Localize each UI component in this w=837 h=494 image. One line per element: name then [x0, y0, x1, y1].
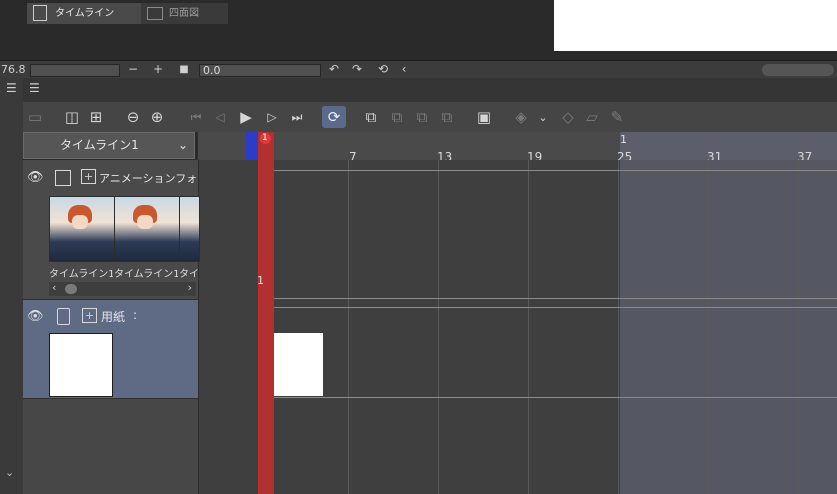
rotation-value: 0.0 — [203, 64, 221, 77]
cel-thumbnail[interactable] — [49, 196, 115, 262]
grid-line — [348, 160, 349, 494]
navigator-bar: 76.8 − + ■ 0.0 ↶ ↷ ⟲ ‹ — [0, 60, 837, 80]
chevron-down-icon: ⌄ — [177, 138, 188, 152]
timeline-name: タイムライン1 — [60, 138, 139, 152]
playhead-label: 1 — [262, 133, 268, 143]
tab-four-view[interactable]: 四面図 — [141, 3, 228, 24]
eye-icon[interactable]: 👁 — [27, 309, 44, 324]
folder-icon — [55, 170, 71, 186]
grid-line — [618, 160, 619, 494]
cel-thumbnail[interactable] — [179, 196, 200, 262]
scrollbar[interactable] — [762, 64, 834, 76]
layer-name: アニメーションフォルダー — [99, 172, 197, 185]
next-frame-icon[interactable]: ▷ — [262, 107, 282, 127]
camera-work-icon[interactable]: ◇ — [558, 107, 578, 127]
end-marker-label: 1 — [620, 133, 627, 146]
reset-rotation-icon[interactable]: ⟲ — [376, 62, 390, 77]
cel-thumbnail[interactable] — [114, 196, 180, 262]
zoom-in-button[interactable]: + — [151, 62, 165, 77]
expand-icon[interactable]: + — [82, 308, 97, 323]
layer-suffix: : — [133, 308, 138, 322]
grid-line — [708, 160, 709, 494]
cel-label: タイムライン1_0 — [49, 269, 113, 280]
zoom-in-icon[interactable]: ⊕ — [147, 107, 167, 127]
expand-icon[interactable]: + — [81, 169, 96, 184]
cel-scrollbar[interactable]: ‹ › — [49, 281, 196, 296]
layer-name: 用紙 — [101, 310, 126, 324]
loop-icon[interactable]: ⟳ — [322, 106, 346, 128]
rotate-left-icon[interactable]: ↶ — [327, 62, 341, 77]
face — [72, 215, 88, 229]
panel-menu[interactable]: ☰ — [23, 78, 47, 102]
layer-row-paper[interactable]: 👁 + 用紙 : — [23, 300, 198, 399]
scroll-thumb[interactable] — [65, 284, 77, 294]
zoom-slider[interactable] — [30, 64, 120, 77]
playhead[interactable] — [258, 132, 274, 494]
new-cel-icon[interactable]: ⧉ — [361, 107, 381, 127]
menu-icon[interactable]: ☰ — [6, 81, 17, 95]
grid-line — [798, 160, 799, 494]
chevron-down-icon[interactable]: ⌄ — [533, 107, 553, 127]
rotation-slider[interactable]: 0.0 — [199, 64, 321, 77]
tab-timeline[interactable]: タイムライン — [27, 3, 147, 24]
chevron-left-icon[interactable]: ‹ — [52, 281, 56, 294]
track-border — [258, 307, 837, 308]
frames-out-of-range — [620, 160, 837, 494]
clear-cel-icon[interactable]: ⧉ — [437, 107, 457, 127]
track-border — [258, 298, 837, 299]
specify-cel-icon[interactable]: ⧉ — [412, 107, 432, 127]
fit-button[interactable]: ■ — [177, 62, 191, 77]
rotate-right-icon[interactable]: ↷ — [350, 62, 364, 77]
layer-row-animation-folder[interactable]: 👁 + アニメーションフォルダー タイムライン1_0 タイムライン1_0 タイ … — [23, 160, 200, 300]
timeline-tab-icon — [33, 5, 47, 21]
left-dock-strip: ☰ ⌄ — [0, 78, 24, 494]
illustration — [180, 197, 199, 261]
prev-frame-icon[interactable]: ◁ — [210, 107, 230, 127]
zoom-out-button[interactable]: − — [126, 62, 140, 77]
grid-line — [438, 160, 439, 494]
timeline-toolbar: ▭ ◫ ⊞ ⊖ ⊕ ⏮ ◁ ▶ ▷ ⏭ ⟳ ⧉ ⧉ ⧉ ⧉ ▣ ◈ ⌄ ◇ ▱ … — [23, 102, 837, 132]
tab-label: タイムライン — [55, 8, 115, 19]
canvas-page — [554, 0, 837, 51]
playback-start-marker[interactable] — [246, 132, 258, 160]
first-frame-icon[interactable]: ⏮ — [186, 107, 206, 127]
edit-timeline-icon[interactable]: ⊞ — [86, 107, 106, 127]
graph-icon[interactable]: ▭ — [25, 107, 45, 127]
onion-skin-icon[interactable]: ▣ — [474, 107, 494, 127]
frame-marker: 1 — [257, 274, 264, 287]
eye-icon[interactable]: 👁 — [27, 170, 44, 185]
track-border — [258, 170, 837, 171]
keyframe-icon[interactable]: ◈ — [511, 107, 531, 127]
paper-icon — [57, 308, 70, 325]
track-border — [258, 397, 837, 398]
last-frame-icon[interactable]: ⏭ — [287, 107, 307, 127]
timeline-select[interactable]: タイムライン1 ⌄ — [23, 132, 195, 159]
cel-label: タイ — [179, 269, 198, 280]
assign-cel-icon[interactable]: ⧉ — [387, 107, 407, 127]
lightbox-icon[interactable]: ▱ — [582, 107, 602, 127]
zoom-out-icon[interactable]: ⊖ — [123, 107, 143, 127]
panel-tab-bar — [23, 78, 837, 102]
chevron-left-icon[interactable]: ‹ — [397, 62, 411, 77]
tab-label: 四面図 — [169, 8, 199, 19]
face — [137, 215, 153, 229]
chevron-right-icon[interactable]: › — [188, 281, 192, 294]
pen-icon[interactable]: ✎ — [607, 107, 627, 127]
grid-line — [528, 160, 529, 494]
chevron-down-icon[interactable]: ⌄ — [5, 466, 14, 479]
paper-thumbnail[interactable] — [49, 333, 113, 397]
zoom-value[interactable]: 76.8 — [1, 63, 26, 76]
new-timeline-icon[interactable]: ◫ — [62, 107, 82, 127]
play-icon[interactable]: ▶ — [236, 107, 256, 127]
camera-icon — [147, 6, 163, 20]
hamburger-icon[interactable]: ☰ — [29, 81, 40, 95]
cel-label: タイムライン1_0 — [114, 269, 178, 280]
